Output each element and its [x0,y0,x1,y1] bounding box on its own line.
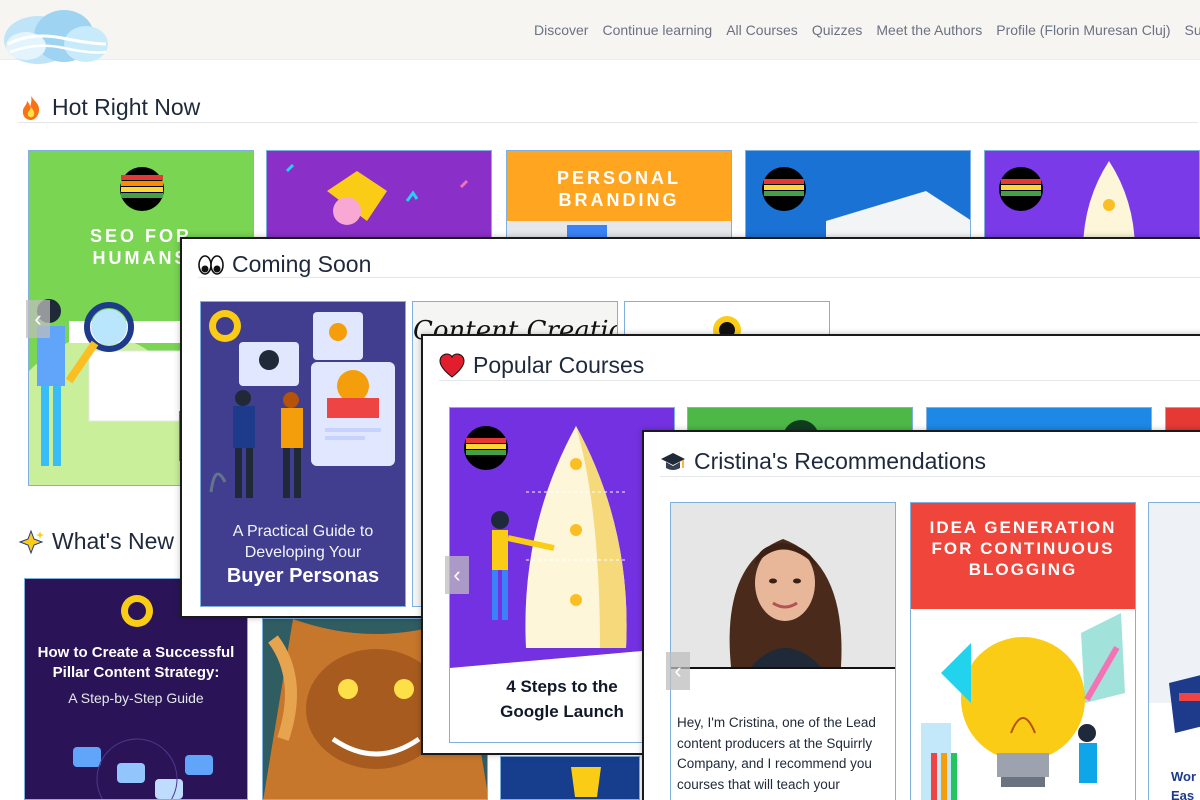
chevron-left-icon: ‹ [674,658,682,683]
nav-links: Discover Continue learning All Courses Q… [520,0,1200,60]
section-whats-new: What's New [18,528,174,555]
card-title-line2: Pillar Content Strategy: [52,664,220,681]
section-cristina-recommendations: Cristina's Recommendations [660,448,986,475]
prev-arrow-hot[interactable]: ‹ [26,300,50,338]
course-card-buyer-personas[interactable]: A Practical Guide to Developing Your Buy… [200,301,406,607]
photo-divider [671,667,895,669]
author-card-cristina[interactable]: Hey, I'm Cristina, one of the Lead conte… [670,502,896,800]
section-title-text: Coming Soon [232,251,372,277]
section-title-text: Popular Courses [473,352,645,378]
card-illustration [501,757,639,799]
card-title-partial: Wor Eas [1171,769,1197,800]
nav-continue-learning[interactable]: Continue learning [602,22,712,38]
card-illustration [267,151,491,249]
author-photo [671,503,895,667]
course-card-purple[interactable] [266,150,492,250]
nav-profile[interactable]: Profile (Florin Muresan Cluj) [996,22,1170,38]
course-card-partial[interactable] [500,756,640,800]
course-card-blue[interactable] [745,150,971,250]
section-title-text: What's New [52,528,174,554]
section-hot-right-now: Hot Right Now [18,94,200,121]
prev-arrow-popular[interactable]: ‹ [445,556,469,594]
card-illustration [1149,503,1200,733]
divider [18,122,1198,123]
eyes-icon [198,254,224,275]
course-card-rocket[interactable] [984,150,1200,250]
card-title: IDEA GENERATION FOR CONTINUOUS BLOGGING [929,518,1117,579]
section-title-text: Hot Right Now [52,94,201,120]
card-line1: A Practical Guide to [232,523,374,540]
cristina-recommendations-panel: Cristina's Recommendations Hey, I'm Cris… [642,430,1200,800]
cloud-logo[interactable] [2,4,110,64]
card-title: 4 Steps to the Google Launch [500,677,624,721]
course-card-idea-generation[interactable]: IDEA GENERATION FOR CONTINUOUS BLOGGING [910,502,1136,800]
sparkles-icon [18,529,44,554]
card-title: PERSONAL BRANDING [556,168,681,210]
card-line3: Buyer Personas [226,565,380,587]
fire-icon [22,95,40,120]
nav-all-courses[interactable]: All Courses [726,22,798,38]
card-subtitle: A Step-by-Step Guide [68,690,204,706]
card-illustration [746,151,970,249]
author-bio: Hey, I'm Cristina, one of the Lead conte… [677,715,876,792]
heart-icon [439,352,465,378]
divider [439,380,1200,381]
section-title-text: Cristina's Recommendations [694,448,987,474]
chevron-left-icon: ‹ [453,562,461,587]
section-coming-soon: Coming Soon [198,251,371,278]
top-navbar: Discover Continue learning All Courses Q… [0,0,1200,64]
prev-arrow-cristina[interactable]: ‹ [666,652,690,690]
graduation-cap-icon [661,452,685,470]
card-title-line1: How to Create a Successful [37,644,235,661]
section-popular-courses: Popular Courses [439,352,644,379]
divider [198,277,1200,278]
nav-meet-authors[interactable]: Meet the Authors [876,22,982,38]
nav-discover[interactable]: Discover [534,22,588,38]
card-illustration [985,151,1199,249]
nav-quizzes[interactable]: Quizzes [812,22,863,38]
divider [660,476,1200,477]
nav-support[interactable]: Support [1185,22,1200,38]
chevron-left-icon: ‹ [34,306,42,331]
course-card-partial-cristina[interactable]: Wor Eas [1148,502,1200,800]
course-card-personal-branding[interactable]: PERSONAL BRANDING [506,150,732,250]
card-line2: Developing Your [244,544,362,561]
